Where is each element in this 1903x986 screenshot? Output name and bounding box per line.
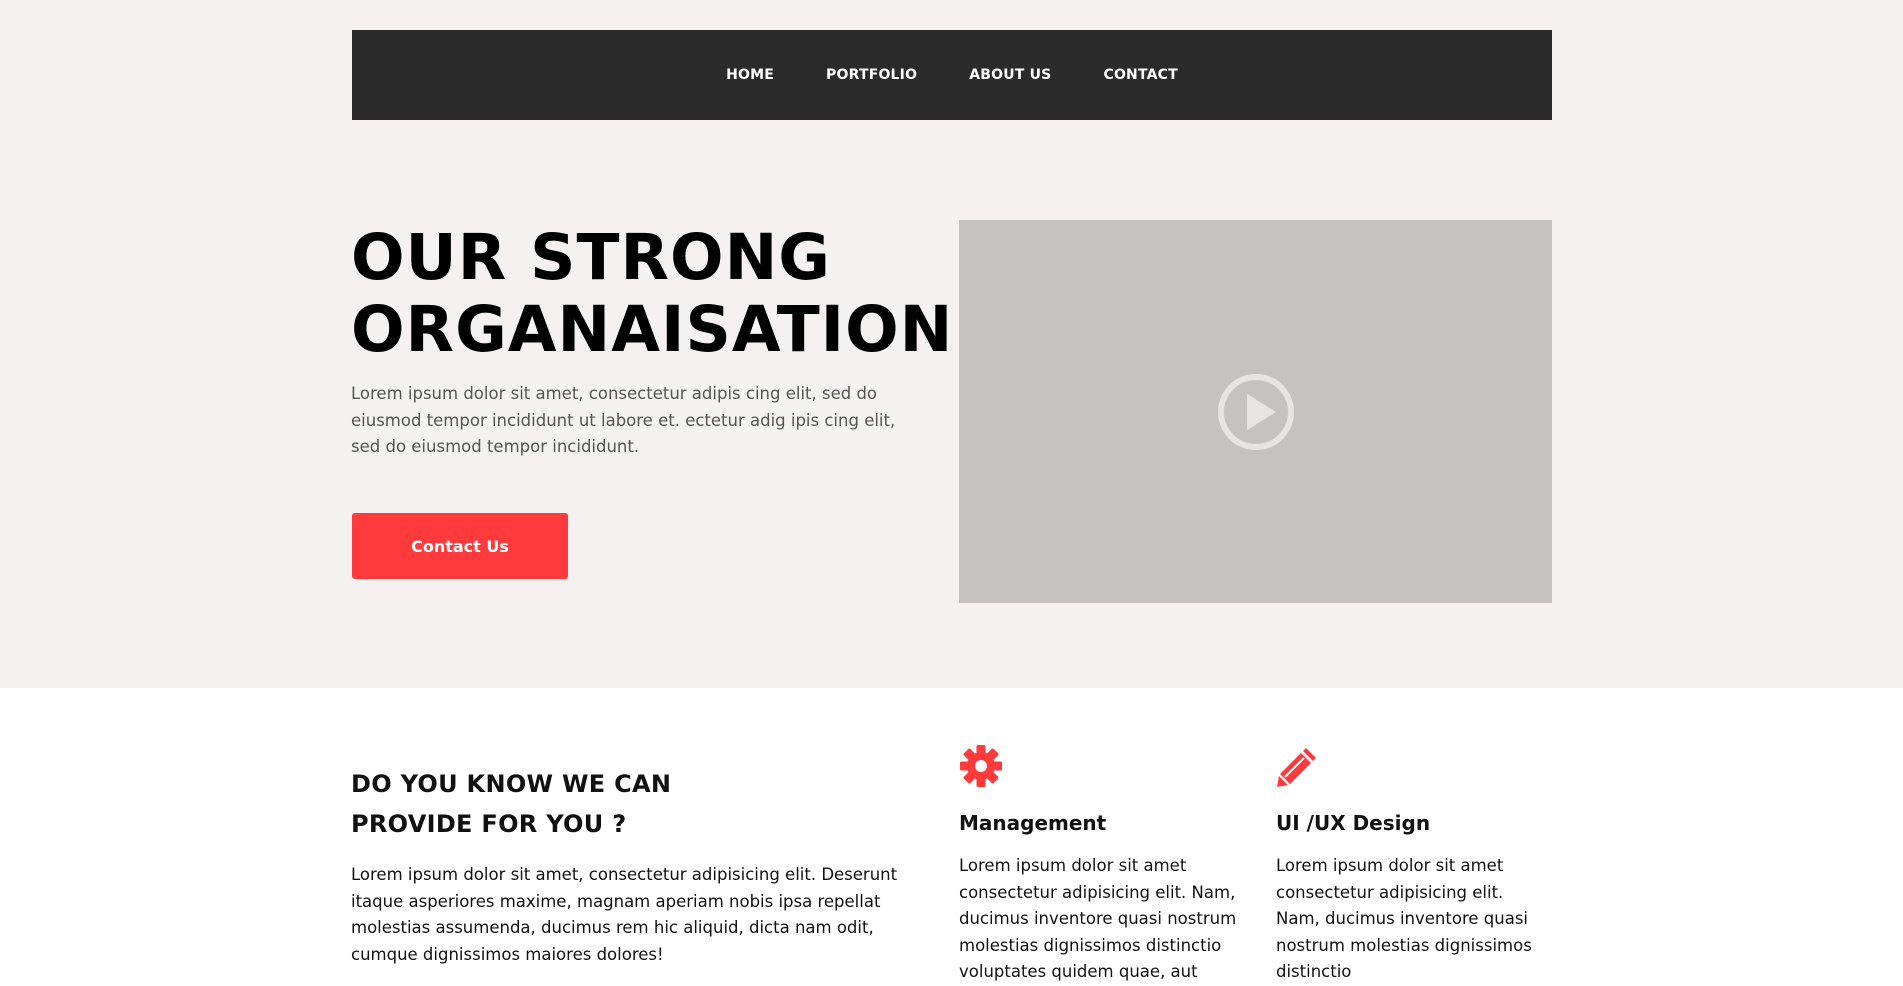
feature-ui-ux-design: UI /UX Design Lorem ipsum dolor sit amet… (1276, 744, 1552, 986)
feature-description: Lorem ipsum dolor sit amet consectetur a… (959, 856, 1237, 981)
nav-portfolio[interactable]: PORTFOLIO (800, 67, 943, 83)
feature-title: UI /UX Design (1276, 811, 1431, 835)
nav-home[interactable]: HOME (700, 67, 800, 83)
provide-heading-line-2: PROVIDE FOR YOU ? (351, 810, 627, 838)
pencil-icon (1277, 748, 1316, 787)
feature-description: Lorem ipsum dolor sit amet consectetur a… (1276, 856, 1532, 981)
feature-title: Management (959, 811, 1107, 835)
hero-description: Lorem ipsum dolor sit amet, consectetur … (351, 384, 896, 456)
contact-us-button[interactable]: Contact Us (352, 513, 568, 579)
main-navbar: HOME PORTFOLIO ABOUT US CONTACT (352, 30, 1552, 120)
hero-title-line-2: ORGANAISATION (351, 293, 954, 366)
feature-management: Management Lorem ipsum dolor sit amet co… (959, 744, 1269, 986)
provide-heading-line-1: DO YOU KNOW WE CAN (351, 770, 672, 798)
hero-title: OUR STRONG ORGANAISATION (351, 221, 954, 366)
nav-about-us[interactable]: ABOUT US (943, 67, 1077, 83)
video-player[interactable] (959, 220, 1552, 603)
provide-heading: DO YOU KNOW WE CAN PROVIDE FOR YOU ? (351, 764, 911, 844)
gear-icon (960, 745, 1002, 787)
nav-contact[interactable]: CONTACT (1077, 67, 1203, 83)
hero-title-line-1: OUR STRONG (351, 221, 832, 294)
play-circle-icon[interactable] (1217, 373, 1295, 451)
provide-description: Lorem ipsum dolor sit amet, consectetur … (351, 865, 898, 964)
